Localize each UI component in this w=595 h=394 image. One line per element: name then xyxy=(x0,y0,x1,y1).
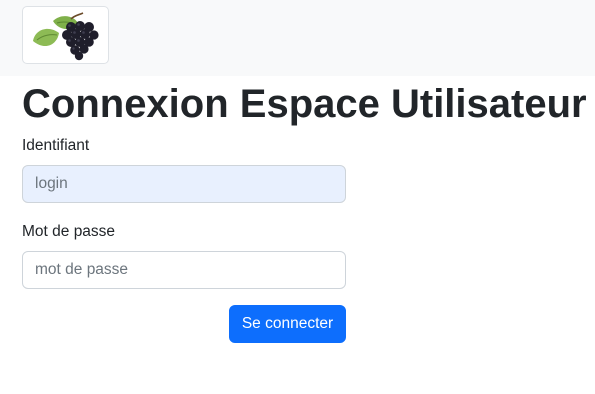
navbar xyxy=(0,0,595,76)
login-input[interactable] xyxy=(22,165,346,203)
login-label: Identifiant xyxy=(22,137,90,154)
login-button[interactable]: Se connecter xyxy=(229,305,346,343)
password-input[interactable] xyxy=(22,251,346,289)
grape-logo-icon xyxy=(33,12,99,61)
password-label: Mot de passe xyxy=(22,223,116,240)
logo-link[interactable] xyxy=(22,6,109,64)
page-title: Connexion Espace Utilisateur xyxy=(22,82,587,126)
